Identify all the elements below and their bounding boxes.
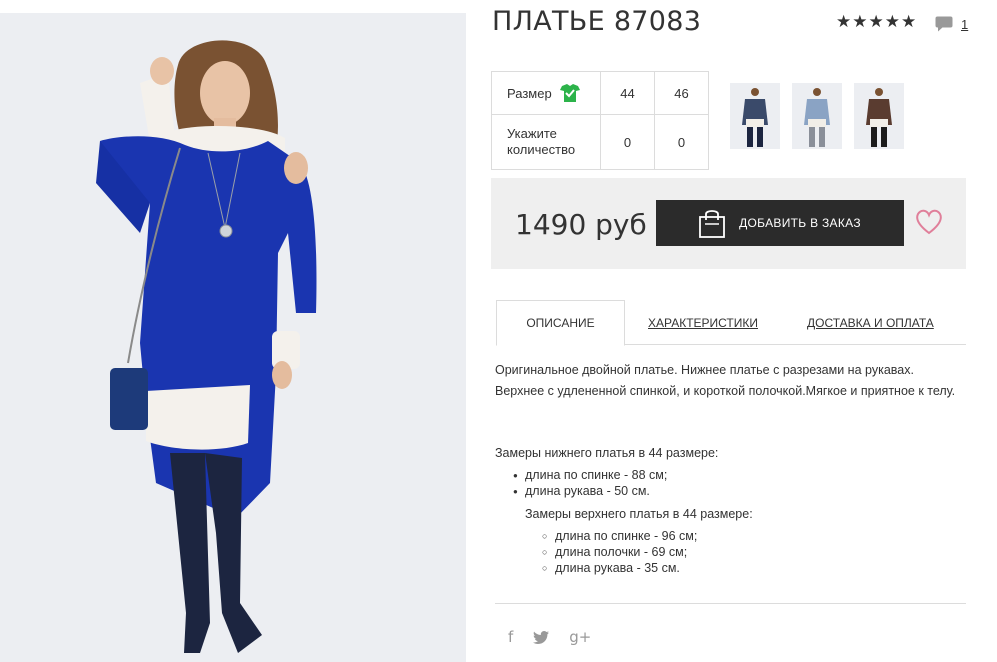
navy-dress-thumb[interactable]	[730, 83, 780, 149]
lower-dress-measurements-title: Замеры нижнего платья в 44 размере:	[495, 446, 719, 460]
brown-dress-thumb[interactable]	[854, 83, 904, 149]
size-label: Размер	[507, 85, 552, 101]
list-item: длина полочки - 69 см;	[542, 544, 697, 560]
product-photo-illustration	[0, 13, 466, 662]
size-label-cell: Размер	[491, 71, 601, 115]
facebook-icon[interactable]: f	[508, 628, 513, 646]
size-chart-icon[interactable]	[559, 84, 580, 102]
googleplus-icon[interactable]: g+	[569, 628, 591, 646]
purchase-box: 1490 руб ДОБАВИТЬ В ЗАКАЗ	[491, 178, 966, 269]
product-tabs: ОПИСАНИЕ ХАРАКТЕРИСТИКИ ДОСТАВКА И ОПЛАТ…	[496, 300, 966, 346]
star-icon: ★	[868, 12, 884, 32]
star-icon: ★	[852, 12, 868, 32]
twitter-icon[interactable]	[533, 630, 550, 644]
social-share: f g+	[508, 628, 591, 646]
list-item: длина рукава - 35 см.	[542, 560, 697, 576]
quantity-label-line1: Укажите	[507, 126, 557, 141]
tab-delivery-payment[interactable]: ДОСТАВКА И ОПЛАТА	[807, 300, 934, 345]
light-blue-dress-image	[792, 83, 842, 149]
size-table: Размер 44 46 Укажите количество 0 0	[491, 71, 709, 170]
star-icon: ★	[901, 12, 917, 32]
heart-icon	[916, 209, 942, 235]
quantity-label-cell: Укажите количество	[491, 114, 601, 170]
brown-dress-image	[854, 83, 904, 149]
comment-icon	[935, 16, 953, 32]
reviews-link[interactable]: 1	[935, 16, 968, 32]
light-blue-dress-thumb[interactable]	[792, 83, 842, 149]
star-icon: ★	[884, 12, 900, 32]
upper-dress-measurements-title: Замеры верхнего платья в 44 размере:	[525, 507, 753, 521]
navy-dress-image	[730, 83, 780, 149]
list-item: длина по спинке - 96 см;	[542, 528, 697, 544]
tab-description[interactable]: ОПИСАНИЕ	[496, 300, 625, 346]
add-to-order-label: ДОБАВИТЬ В ЗАКАЗ	[739, 216, 861, 230]
list-item: длина рукава - 50 см.	[513, 483, 667, 500]
quantity-label-line2: количество	[507, 142, 576, 157]
color-thumbnails	[730, 83, 904, 149]
rating-stars: ★ ★ ★ ★ ★	[836, 14, 916, 31]
product-title: ПЛАТЬЕ 87083	[492, 6, 702, 37]
product-price: 1490 руб	[515, 208, 647, 241]
shopping-bag-icon	[699, 210, 726, 238]
size-44[interactable]: 44	[600, 71, 655, 115]
product-photo[interactable]	[0, 13, 466, 662]
quantity-input-46[interactable]: 0	[654, 114, 709, 170]
wishlist-button[interactable]	[915, 209, 943, 240]
description-text: Оригинальное двойной платье. Нижнее плат…	[495, 363, 956, 398]
list-item: длина по спинке - 88 см;	[513, 467, 667, 484]
reviews-count[interactable]: 1	[961, 17, 968, 32]
size-46[interactable]: 46	[654, 71, 709, 115]
lower-dress-measurements-list: длина по спинке - 88 см; длина рукава - …	[513, 467, 667, 500]
divider	[495, 603, 966, 604]
quantity-input-44[interactable]: 0	[600, 114, 655, 170]
add-to-order-button[interactable]: ДОБАВИТЬ В ЗАКАЗ	[656, 200, 904, 246]
upper-dress-measurements-list: длина по спинке - 96 см; длина полочки -…	[542, 528, 697, 576]
star-icon: ★	[836, 12, 852, 32]
tab-characteristics[interactable]: ХАРАКТЕРИСТИКИ	[648, 300, 758, 345]
